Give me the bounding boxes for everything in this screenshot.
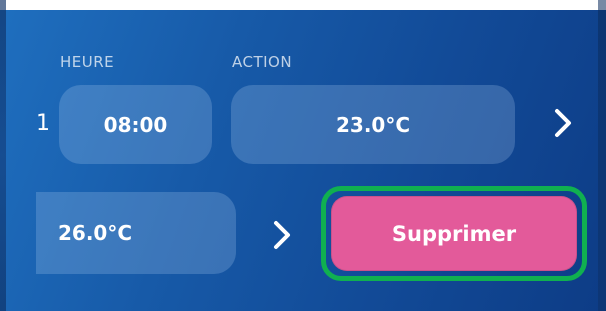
time-value: 08:00 <box>103 112 168 137</box>
column-label-action: ACTION <box>232 53 293 71</box>
column-label-time: HEURE <box>60 53 115 71</box>
action-value: 26.0°C <box>58 221 133 245</box>
chevron-right-icon[interactable] <box>268 218 296 252</box>
left-edge <box>0 0 6 311</box>
schedule-screen: HEURE ACTION 1 08:00 23.0°C 26.0°C Suppr… <box>0 0 606 311</box>
delete-button[interactable]: Supprimer <box>331 196 577 271</box>
row-index-1: 1 <box>36 111 50 136</box>
chevron-right-icon <box>555 109 571 137</box>
action-value: 23.0°C <box>335 112 411 137</box>
action-field-row-1[interactable]: 23.0°C <box>231 85 515 164</box>
top-band <box>0 0 606 10</box>
action-field-row-2[interactable]: 26.0°C <box>36 192 236 274</box>
right-edge <box>598 0 606 311</box>
chevron-right-icon[interactable] <box>549 106 577 140</box>
delete-label: Supprimer <box>391 221 517 246</box>
time-field-row-1[interactable]: 08:00 <box>59 85 212 164</box>
chevron-right-icon <box>274 221 290 249</box>
